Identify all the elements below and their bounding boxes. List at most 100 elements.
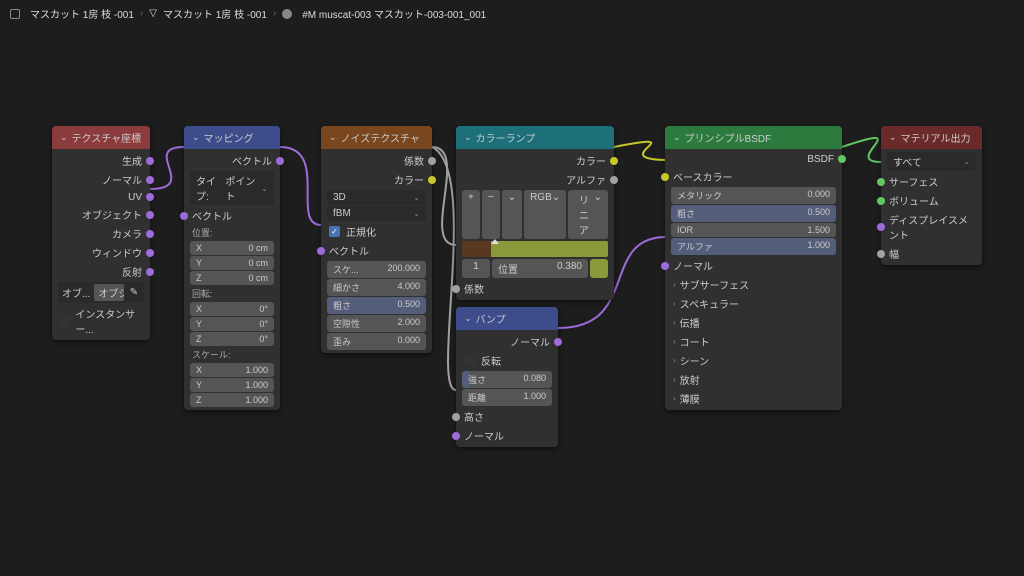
node-material-output[interactable]: ⌄ マテリアル出力 すべて⌄ サーフェス ボリューム ディスプレイスメント 幅 [881, 126, 982, 265]
group-transmission[interactable]: ›伝播 [665, 313, 842, 332]
eyedropper-icon[interactable]: ✎ [128, 287, 140, 298]
socket-generated: 生成 [122, 153, 142, 168]
from-instancer-label: インスタンサー... [75, 306, 142, 336]
metallic[interactable]: メタリック0.000 [671, 187, 836, 204]
color-ramp-gradient[interactable] [462, 241, 608, 257]
object-icon [10, 9, 20, 19]
node-title: プリンシプルBSDF [685, 130, 772, 145]
alpha[interactable]: アルファ1.000 [671, 238, 836, 255]
loc-z[interactable]: Z0 cm [190, 271, 274, 285]
ramp-menu[interactable]: ⌄ [502, 190, 522, 239]
node-title: バンプ [476, 311, 506, 326]
node-title: マッピング [204, 130, 254, 145]
node-mapping[interactable]: ⌄ マッピング ベクトル タイプ:ポイント⌄ ベクトル 位置: X0 cm Y0… [184, 126, 280, 410]
socket-displacement: ディスプレイスメント [889, 212, 974, 242]
socket-volume: ボリューム [889, 193, 939, 208]
breadcrumb-mesh[interactable]: マスカット 1房 枝 -001 [163, 6, 267, 21]
group-subsurface[interactable]: ›サブサーフェス [665, 275, 842, 294]
node-header[interactable]: ⌄ プリンシプルBSDF [665, 126, 842, 149]
node-color-ramp[interactable]: ⌄ カラーランプ カラー アルファ + − ⌄ RGB⌄ リニア⌄ 1 位置0.… [456, 126, 614, 300]
chevron-down-icon: ⌄ [192, 132, 200, 143]
chevron-right-icon: › [273, 8, 276, 19]
node-header[interactable]: ⌄ テクスチャ座標 [52, 126, 150, 149]
socket-normal: ノーマル [673, 258, 713, 273]
node-header[interactable]: ⌄ ノイズテクスチャ [321, 126, 432, 149]
output-target[interactable]: すべて⌄ [887, 152, 976, 171]
socket-vector-in: ベクトル [192, 208, 232, 223]
breadcrumb-object[interactable]: マスカット 1房 枝 -001 [30, 6, 134, 21]
socket-color: カラー [576, 153, 606, 168]
noise-dim[interactable]: 3D⌄ [327, 190, 426, 205]
socket-camera: カメラ [112, 226, 142, 241]
ramp-interp[interactable]: リニア⌄ [568, 190, 608, 239]
ior[interactable]: IOR1.500 [671, 223, 836, 237]
socket-reflection: 反射 [122, 264, 142, 279]
chevron-down-icon: ⌄ [673, 132, 681, 143]
chevron-down-icon: ⌄ [329, 132, 337, 143]
bump-strength[interactable]: 強さ0.080 [462, 371, 552, 388]
node-header[interactable]: ⌄ マテリアル出力 [881, 126, 982, 149]
ramp-color-swatch[interactable] [590, 259, 608, 278]
noise-detail[interactable]: 細かさ4.000 [327, 279, 426, 296]
roughness[interactable]: 粗さ0.500 [671, 205, 836, 222]
ramp-add[interactable]: + [462, 190, 480, 239]
ramp-index[interactable]: 1 [462, 259, 490, 278]
loc-y[interactable]: Y0 cm [190, 256, 274, 270]
socket-surface: サーフェス [889, 174, 938, 189]
node-title: カラーランプ [476, 130, 536, 145]
node-noise-texture[interactable]: ⌄ ノイズテクスチャ 係数 カラー 3D⌄ fBM⌄ ✓正規化 ベクトル スケ.… [321, 126, 432, 353]
node-title: ノイズテクスチャ [341, 130, 420, 145]
chevron-down-icon: ⌄ [889, 132, 897, 143]
breadcrumb-material[interactable]: #M muscat-003 マスカット-003-001_001 [302, 6, 486, 21]
scale-x[interactable]: X1.000 [190, 363, 274, 377]
node-title: マテリアル出力 [901, 130, 971, 145]
socket-normal-in: ノーマル [464, 428, 504, 443]
chevron-down-icon: ⌄ [464, 132, 472, 143]
normalize-checkbox[interactable]: ✓ [329, 226, 340, 237]
group-emission[interactable]: ›放射 [665, 370, 842, 389]
socket-object: オブジェクト [82, 207, 142, 222]
mapping-type[interactable]: タイプ:ポイント⌄ [190, 171, 274, 205]
node-title: テクスチャ座標 [72, 130, 142, 145]
socket-color: カラー [394, 172, 424, 187]
node-header[interactable]: ⌄ カラーランプ [456, 126, 614, 149]
ramp-mode[interactable]: RGB⌄ [524, 190, 566, 239]
node-principled-bsdf[interactable]: ⌄ プリンシプルBSDF BSDF ベースカラー メタリック0.000 粗さ0.… [665, 126, 842, 410]
mesh-icon: ▽ [149, 8, 157, 19]
noise-distortion[interactable]: 歪み0.000 [327, 333, 426, 350]
chevron-down-icon: ⌄ [464, 313, 472, 324]
noise-scale[interactable]: スケ...200.000 [327, 261, 426, 278]
node-header[interactable]: ⌄ マッピング [184, 126, 280, 149]
noise-lacunarity[interactable]: 空隙性2.000 [327, 315, 426, 332]
node-header[interactable]: ⌄ バンプ [456, 307, 558, 330]
noise-roughness[interactable]: 粗さ0.500 [327, 297, 426, 314]
chevron-right-icon: › [140, 8, 143, 19]
group-coat[interactable]: ›コート [665, 332, 842, 351]
rot-y[interactable]: Y0° [190, 317, 274, 331]
rot-x[interactable]: X0° [190, 302, 274, 316]
scale-z[interactable]: Z1.000 [190, 393, 274, 407]
noise-type[interactable]: fBM⌄ [327, 206, 426, 221]
ramp-remove[interactable]: − [482, 190, 500, 239]
node-texture-coordinate[interactable]: ⌄ テクスチャ座標 生成 ノーマル UV オブジェクト カメラ ウィンドウ 反射… [52, 126, 150, 340]
bump-distance[interactable]: 距離1.000 [462, 389, 552, 406]
socket-bsdf: BSDF [807, 154, 834, 165]
socket-fac: 係数 [404, 153, 424, 168]
socket-base-color: ベースカラー [673, 169, 733, 184]
group-specular[interactable]: ›スペキュラー [665, 294, 842, 313]
node-bump[interactable]: ⌄ バンプ ノーマル 反転 強さ0.080 距離1.000 高さ ノーマル [456, 307, 558, 447]
socket-uv: UV [128, 192, 142, 203]
invert-checkbox[interactable] [464, 355, 475, 366]
group-thin-film[interactable]: ›薄膜 [665, 389, 842, 408]
socket-normal-out: ノーマル [510, 334, 550, 349]
ramp-position[interactable]: 位置0.380 [492, 259, 588, 278]
group-sheen[interactable]: ›シーン [665, 351, 842, 370]
socket-normal: ノーマル [102, 172, 142, 187]
loc-x[interactable]: X0 cm [190, 241, 274, 255]
rot-z[interactable]: Z0° [190, 332, 274, 346]
scale-y[interactable]: Y1.000 [190, 378, 274, 392]
socket-vector-out: ベクトル [232, 153, 272, 168]
socket-thickness: 幅 [889, 246, 899, 261]
from-instancer-checkbox[interactable] [60, 316, 69, 327]
object-picker[interactable]: オブ... オブジ... ✎ [58, 282, 144, 303]
